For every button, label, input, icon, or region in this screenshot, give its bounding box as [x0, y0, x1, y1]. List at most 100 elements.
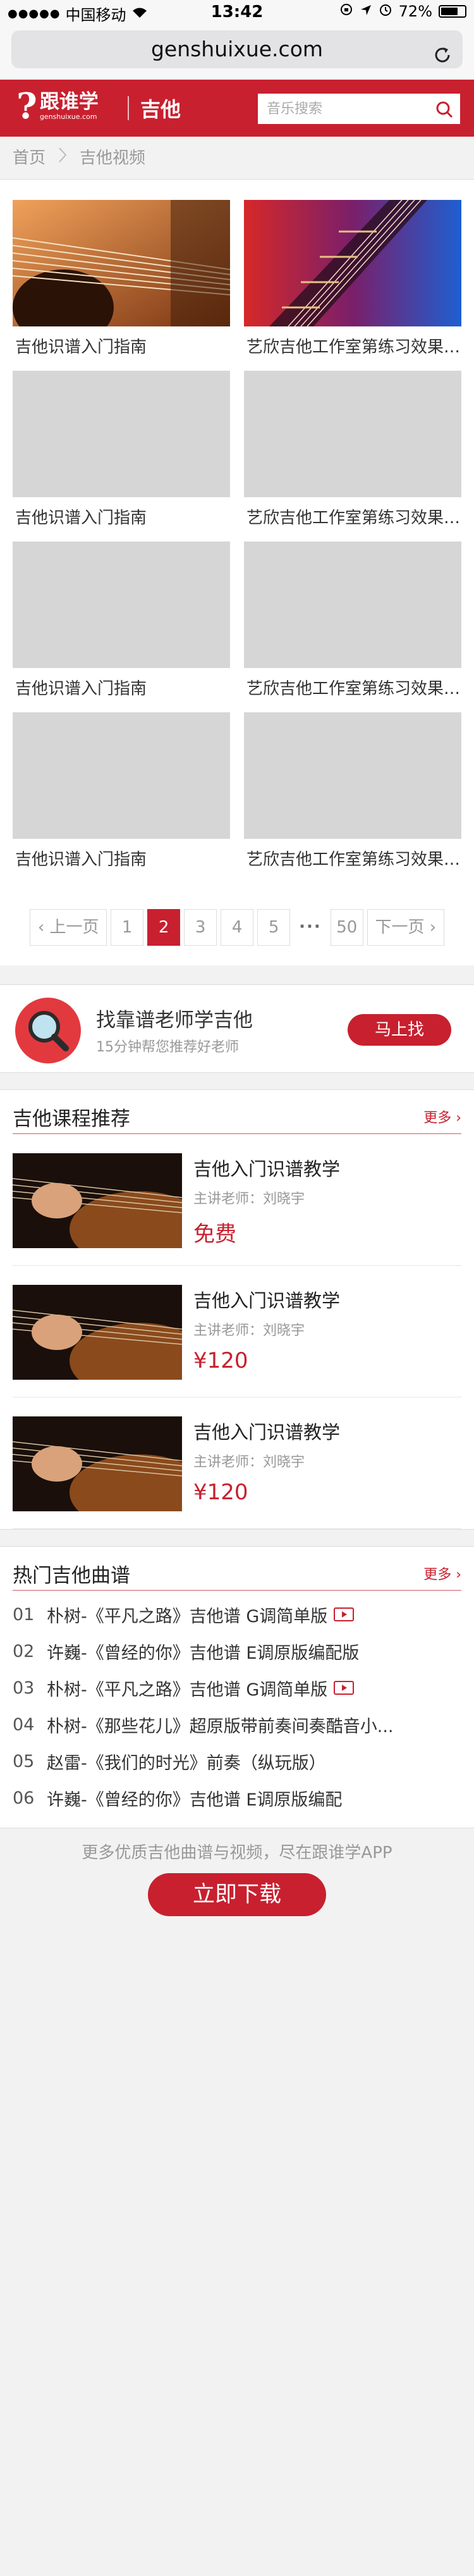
course-title[interactable]: 吉他入门识谱教学	[193, 1155, 340, 1181]
page-button-1[interactable]: 1	[111, 909, 144, 946]
chevron-left-icon: ‹	[37, 918, 45, 937]
video-title[interactable]: 艺欣吉他工作室第练习效果展示	[244, 505, 461, 528]
song-title[interactable]: 朴树-《那些花儿》超原版带前奏间奏酷音小...	[47, 1712, 394, 1737]
course-price: ¥120	[193, 1480, 248, 1505]
course-title[interactable]: 吉他入门识谱教学	[193, 1418, 340, 1444]
video-thumbnail-placeholder[interactable]	[13, 712, 230, 839]
video-thumbnail-placeholder[interactable]	[13, 371, 230, 497]
breadcrumb-current: 吉他视频	[80, 148, 146, 168]
song-number: 02	[13, 1641, 35, 1661]
course-price: 免费	[193, 1222, 236, 1247]
breadcrumb-home[interactable]: 首页	[13, 137, 46, 180]
chevron-right-icon	[58, 137, 67, 180]
video-card[interactable]: 吉他识谱入门指南	[13, 712, 230, 883]
magnifier-icon	[15, 998, 81, 1063]
song-title[interactable]: 朴树-《平凡之路》吉他谱 G调简单版	[47, 1602, 327, 1627]
video-title[interactable]: 艺欣吉他工作室第练习效果展示	[244, 334, 461, 357]
course-teacher: 主讲老师：刘晓宇	[193, 1191, 305, 1207]
video-card[interactable]: 吉他识谱入门指南	[12, 200, 231, 371]
song-list: 01 朴树-《平凡之路》吉他谱 G调简单版 02 许巍-《曾经的你》吉他谱 E调…	[13, 1591, 461, 1828]
song-item[interactable]: 03 朴树-《平凡之路》吉他谱 G调简单版	[13, 1669, 461, 1706]
video-card[interactable]: 艺欣吉他工作室第练习效果展示	[244, 199, 461, 371]
video-thumbnail-guitar-neck[interactable]	[244, 199, 461, 327]
page-button-2-current[interactable]: 2	[147, 909, 181, 946]
page-button-4[interactable]: 4	[221, 909, 254, 946]
page-button-last[interactable]: 50	[330, 909, 363, 946]
course-teacher: 主讲老师：刘晓宇	[193, 1323, 305, 1339]
page-button-3[interactable]: 3	[184, 909, 217, 946]
search-input[interactable]	[258, 94, 422, 124]
video-card[interactable]: 艺欣吉他工作室第练习效果展示	[244, 712, 461, 883]
video-title[interactable]: 艺欣吉他工作室第练习效果展示	[244, 676, 461, 699]
song-item[interactable]: 06 许巍-《曾经的你》吉他谱 E调原版编配	[13, 1780, 461, 1816]
site-header: ? 跟谁学 genshuixue.com 吉他	[0, 80, 474, 137]
section-title: 吉他课程推荐	[13, 1108, 130, 1130]
course-item[interactable]: 吉他入门识谱教学 主讲老师：刘晓宇 ¥120	[12, 1266, 461, 1399]
hot-songs-header: 热门吉他曲谱 更多 ›	[13, 1547, 461, 1591]
video-thumbnail-guitar[interactable]	[12, 200, 231, 345]
course-thumbnail[interactable]	[12, 1153, 209, 1267]
url-text: genshuixue.com	[150, 37, 324, 61]
song-title[interactable]: 许巍-《曾经的你》吉他谱 E调原版编配版	[47, 1639, 359, 1664]
course-section-header: 吉他课程推荐 更多 ›	[13, 1090, 461, 1134]
header-divider	[128, 96, 129, 120]
more-label: 更多	[423, 1567, 452, 1583]
course-item[interactable]: 吉他入门识谱教学 主讲老师：刘晓宇 ¥120	[12, 1397, 461, 1530]
next-page-button[interactable]: 下一页 ›	[367, 909, 444, 946]
song-item[interactable]: 05 赵雷-《我们的时光》前奏（纵玩版）	[13, 1743, 461, 1780]
download-app-button[interactable]: 立即下载	[148, 1873, 326, 1916]
video-title[interactable]: 吉他识谱入门指南	[13, 334, 230, 357]
video-title[interactable]: 吉他识谱入门指南	[13, 676, 230, 699]
video-play-icon[interactable]	[334, 1680, 355, 1695]
find-now-button[interactable]: 马上找	[348, 1014, 451, 1046]
song-item[interactable]: 04 朴树-《那些花儿》超原版带前奏间奏酷音小...	[13, 1706, 461, 1743]
course-price: ¥120	[193, 1348, 248, 1373]
song-number: 04	[13, 1714, 35, 1735]
video-thumbnail-placeholder[interactable]	[244, 712, 461, 839]
song-title[interactable]: 赵雷-《我们的时光》前奏（纵玩版）	[47, 1749, 326, 1774]
prev-page-button[interactable]: ‹ 上一页	[30, 909, 107, 946]
video-thumbnail-placeholder[interactable]	[244, 542, 461, 668]
more-courses-link[interactable]: 更多 ›	[423, 1106, 461, 1127]
logo-text: 跟谁学 genshuixue.com	[40, 91, 99, 121]
find-teacher-subtitle: 15分钟帮您推荐好老师	[96, 1039, 239, 1055]
song-title[interactable]: 朴树-《平凡之路》吉他谱 G调简单版	[47, 1676, 327, 1700]
song-number: 06	[13, 1788, 35, 1808]
course-thumbnail[interactable]	[12, 1285, 209, 1399]
status-right: 72%	[339, 3, 466, 20]
location-icon	[360, 3, 372, 20]
video-card[interactable]: 吉他识谱入门指南	[13, 542, 230, 712]
course-item[interactable]: 吉他入门识谱教学 主讲老师：刘晓宇 免费	[12, 1134, 461, 1267]
song-title[interactable]: 许巍-《曾经的你》吉他谱 E调原版编配	[47, 1786, 342, 1811]
hot-songs-section: 热门吉他曲谱 更多 › 01 朴树-《平凡之路》吉他谱 G调简单版 02 许巍-…	[0, 1546, 474, 1828]
chevron-right-icon: ›	[451, 1110, 461, 1126]
page-button-5[interactable]: 5	[257, 909, 291, 946]
video-card[interactable]: 艺欣吉他工作室第练习效果展示	[244, 542, 461, 712]
video-title[interactable]: 吉他识谱入门指南	[13, 505, 230, 528]
course-thumbnail[interactable]	[12, 1416, 209, 1530]
video-card[interactable]: 吉他识谱入门指南	[13, 371, 230, 542]
more-songs-link[interactable]: 更多 ›	[423, 1563, 461, 1583]
course-teacher: 主讲老师：刘晓宇	[193, 1454, 305, 1470]
next-page-label: 下一页	[375, 918, 425, 937]
logo-domain: genshuixue.com	[39, 113, 97, 121]
video-thumbnail-placeholder[interactable]	[244, 371, 461, 497]
course-title[interactable]: 吉他入门识谱教学	[193, 1286, 340, 1313]
song-item[interactable]: 02 许巍-《曾经的你》吉他谱 E调原版编配版	[13, 1633, 461, 1669]
address-bar[interactable]: genshuixue.com	[11, 30, 463, 68]
video-play-icon[interactable]	[334, 1607, 355, 1622]
song-item[interactable]: 01 朴树-《平凡之路》吉他谱 G调简单版	[13, 1596, 461, 1633]
video-card[interactable]: 艺欣吉他工作室第练习效果展示	[244, 371, 461, 542]
page-ellipsis: ···	[294, 909, 327, 946]
video-title[interactable]: 吉他识谱入门指南	[13, 846, 230, 870]
site-logo[interactable]: ? 跟谁学 genshuixue.com	[16, 89, 99, 124]
prev-page-label: 上一页	[49, 918, 99, 937]
video-thumbnail-placeholder[interactable]	[13, 542, 230, 668]
video-title[interactable]: 艺欣吉他工作室第练习效果展示	[244, 846, 461, 870]
battery-icon	[439, 5, 466, 18]
song-number: 01	[13, 1604, 35, 1625]
reload-icon[interactable]	[432, 39, 453, 63]
app-download-footer: 更多优质吉他曲谱与视频，尽在跟谁学APP 立即下载	[0, 1828, 474, 1923]
find-teacher-banner: 找靠谱老师学吉他 15分钟帮您推荐好老师 马上找	[0, 984, 474, 1073]
search-icon[interactable]	[435, 100, 454, 119]
